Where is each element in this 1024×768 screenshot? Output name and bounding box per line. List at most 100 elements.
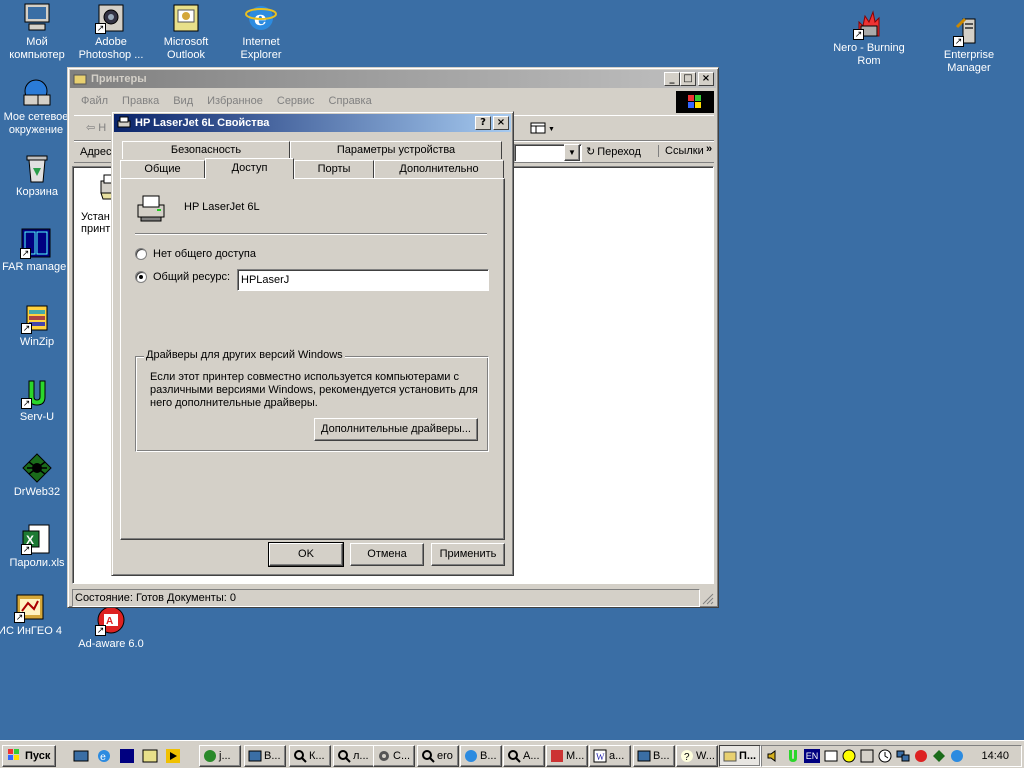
printer-large-icon (135, 193, 167, 225)
desktop-icon-winzip[interactable]: ↗ WinZip (0, 302, 77, 349)
svg-text:e: e (100, 752, 106, 763)
back-button[interactable]: ⇦ Н (86, 121, 106, 134)
no-share-option[interactable]: Нет общего доступа (135, 248, 256, 260)
share-option[interactable]: Общий ресурс: (135, 271, 230, 283)
recycle-bin-icon (21, 152, 53, 184)
app-tray-icon[interactable] (860, 749, 874, 763)
app-tray-icon[interactable] (824, 749, 838, 763)
close-button[interactable]: × (698, 72, 714, 86)
maximize-button[interactable]: □ (680, 72, 696, 86)
desktop-icon-label: FAR manager (2, 261, 70, 273)
tab-general[interactable]: Общие (120, 160, 205, 178)
desktop-icon-ingeo[interactable]: ↗ ИС ИнГЕО 4 (0, 591, 70, 638)
app-icon (421, 749, 435, 763)
start-button[interactable]: Пуск (2, 745, 56, 767)
share-name-input[interactable]: HPLaserJ (237, 269, 489, 291)
quicklaunch-desktop-icon[interactable] (73, 748, 89, 764)
task-button-printers[interactable]: П... (719, 745, 761, 767)
antivirus-tray-icon[interactable] (914, 749, 928, 763)
svg-text:?: ? (684, 752, 690, 763)
dialog-titlebar[interactable]: HP LaserJet 6L Свойства ? × (114, 114, 511, 132)
task-button[interactable]: А... (503, 745, 545, 767)
printers-titlebar[interactable]: Принтеры _ □ × (70, 70, 716, 88)
app-tray-icon[interactable] (842, 749, 856, 763)
task-button[interactable]: В... (244, 745, 286, 767)
menu-help[interactable]: Справка (329, 95, 372, 107)
no-share-radio[interactable] (135, 248, 147, 260)
task-button[interactable]: Wа... (589, 745, 631, 767)
task-button[interactable]: В... (633, 745, 675, 767)
task-button[interactable]: К... (289, 745, 331, 767)
quicklaunch-media-icon[interactable] (165, 748, 181, 764)
resize-grip-icon[interactable] (700, 591, 714, 605)
tab-advanced[interactable]: Дополнительно (374, 160, 504, 178)
shortcut-arrow-icon: ↗ (95, 23, 106, 34)
desktop-icon-network[interactable]: Мое сетевое окружение (0, 77, 76, 137)
volume-icon[interactable] (766, 749, 780, 763)
tab-device-settings[interactable]: Параметры устройства (290, 141, 502, 159)
task-button[interactable]: л... (333, 745, 375, 767)
ok-button[interactable]: OK (268, 542, 344, 567)
internet-explorer-icon: e (245, 2, 277, 34)
app-icon (507, 749, 521, 763)
quicklaunch-far-icon[interactable] (119, 748, 135, 764)
go-arrow-icon: ↻ (586, 146, 596, 158)
task-button[interactable]: ero (417, 745, 459, 767)
desktop-icon-passwords-xls[interactable]: X ↗ Пароли.xls (0, 523, 77, 570)
desktop-icon-ad-aware[interactable]: A ↗ Ad-aware 6.0 (71, 604, 151, 651)
desktop-icon-photoshop[interactable]: ↗ Adobe Photoshop ... (71, 2, 151, 62)
apply-button[interactable]: Применить (431, 543, 505, 566)
task-button[interactable]: j... (199, 745, 241, 767)
chevron-right-icon[interactable]: » (706, 143, 712, 155)
task-label: л... (353, 750, 369, 762)
views-button[interactable]: ▼ (530, 120, 560, 138)
serv-u-tray-icon[interactable] (786, 749, 800, 763)
app-tray-icon[interactable] (950, 749, 964, 763)
task-button[interactable]: М... (546, 745, 588, 767)
help-button[interactable]: ? (475, 116, 491, 130)
go-button[interactable]: ↻ Переход (586, 145, 641, 159)
cancel-button[interactable]: Отмена (350, 543, 424, 566)
desktop-icon-my-computer[interactable]: Мой компьютер (0, 2, 77, 62)
desktop-icon-enterprise-manager[interactable]: ↗ Enterprise Manager (929, 15, 1009, 75)
share-radio[interactable] (135, 271, 147, 283)
dialog-close-button[interactable]: × (493, 116, 509, 130)
additional-drivers-button[interactable]: Дополнительные драйверы... (314, 418, 478, 441)
menu-favorites[interactable]: Избранное (207, 95, 263, 107)
address-dropdown-button[interactable]: ▼ (564, 144, 580, 161)
task-button[interactable]: С... (373, 745, 415, 767)
desktop-icon-label: WinZip (19, 336, 55, 348)
desktop-icon-recycle-bin[interactable]: Корзина (0, 152, 77, 199)
task-label: А... (523, 750, 540, 762)
language-indicator[interactable]: EN (804, 749, 820, 763)
menu-view[interactable]: Вид (173, 95, 193, 107)
quicklaunch-ie-icon[interactable]: e (96, 748, 112, 764)
printer-name: HP LaserJet 6L (184, 201, 260, 213)
links-button[interactable]: Ссылки (658, 145, 704, 157)
task-button[interactable]: ? W... (676, 745, 718, 767)
clock[interactable]: 14:40 (981, 750, 1009, 762)
drivers-group-title: Драйверы для других версий Windows (144, 349, 345, 361)
desktop-icon-ie[interactable]: e Internet Explorer (221, 2, 301, 62)
task-label: В... (653, 750, 670, 762)
desktop-icon-drweb[interactable]: DrWeb32 (0, 452, 77, 499)
desktop-icon-outlook[interactable]: Microsoft Outlook (146, 2, 226, 62)
task-label: В... (264, 750, 281, 762)
task-button[interactable]: В... (460, 745, 502, 767)
tab-ports[interactable]: Порты (294, 160, 374, 178)
app-tray-icon[interactable] (932, 749, 946, 763)
menu-file[interactable]: Файл (81, 95, 108, 107)
tab-sharing[interactable]: Доступ (205, 158, 294, 179)
quicklaunch-outlook-icon[interactable] (142, 748, 158, 764)
shortcut-arrow-icon: ↗ (21, 323, 32, 334)
desktop-icon-serv-u[interactable]: ↗ Serv-U (0, 377, 77, 424)
desktop-icon-far[interactable]: ↗ FAR manager (0, 227, 76, 274)
clock-tray-icon[interactable] (878, 749, 892, 763)
task-label: W... (696, 750, 715, 762)
minimize-button[interactable]: _ (664, 72, 680, 86)
tab-security[interactable]: Безопасность (122, 141, 290, 159)
menu-edit[interactable]: Правка (122, 95, 159, 107)
menu-tools[interactable]: Сервис (277, 95, 315, 107)
network-tray-icon[interactable] (896, 749, 910, 763)
desktop-icon-nero[interactable]: ↗ Nero - Burning Rom (829, 8, 909, 68)
